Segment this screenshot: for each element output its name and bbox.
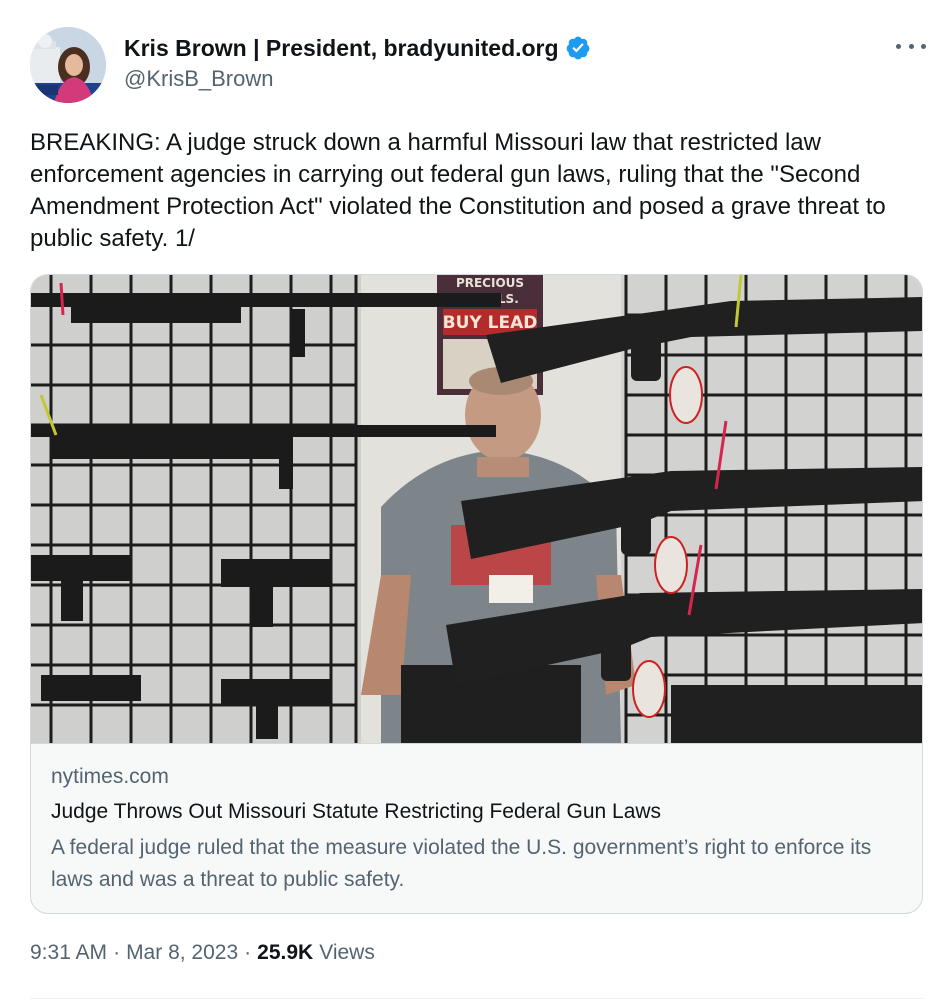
svg-text:PRECIOUS: PRECIOUS — [456, 276, 524, 290]
card-title[interactable]: Judge Throws Out Missouri Statute Restri… — [51, 800, 661, 824]
meta-separator: · — [244, 941, 252, 964]
divider — [30, 998, 923, 999]
link-card[interactable]: PRECIOUS METALS. BUY LEAD — [30, 274, 923, 914]
display-name[interactable]: Kris Brown | President, bradyunited.org — [124, 35, 559, 62]
author-handle[interactable]: @KrisB_Brown — [124, 66, 274, 92]
card-domain: nytimes.com — [51, 765, 169, 788]
tweet-date[interactable]: Mar 8, 2023 — [126, 941, 238, 965]
tweet: Kris Brown | President, bradyunited.org … — [0, 0, 952, 1006]
avatar[interactable] — [30, 27, 106, 103]
card-divider — [31, 743, 922, 744]
meta-separator: · — [113, 941, 121, 964]
more-dot — [908, 43, 914, 49]
display-name-row[interactable]: Kris Brown | President, bradyunited.org — [124, 33, 591, 63]
more-dot — [921, 43, 926, 49]
more-horizontal-icon[interactable] — [896, 34, 926, 58]
tweet-text: BREAKING: A judge struck down a harmful … — [30, 129, 886, 252]
card-image[interactable]: PRECIOUS METALS. BUY LEAD — [31, 275, 922, 743]
views-count[interactable]: 25.9K — [257, 941, 313, 965]
verified-badge-icon — [565, 35, 591, 61]
card-description: A federal judge ruled that the measure v… — [51, 836, 872, 891]
more-dot — [896, 43, 901, 49]
views-label: Views — [319, 941, 375, 964]
tweet-meta: 9:31 AM · Mar 8, 2023 · 25.9K Views — [30, 941, 375, 965]
tweet-time[interactable]: 9:31 AM — [30, 941, 107, 965]
